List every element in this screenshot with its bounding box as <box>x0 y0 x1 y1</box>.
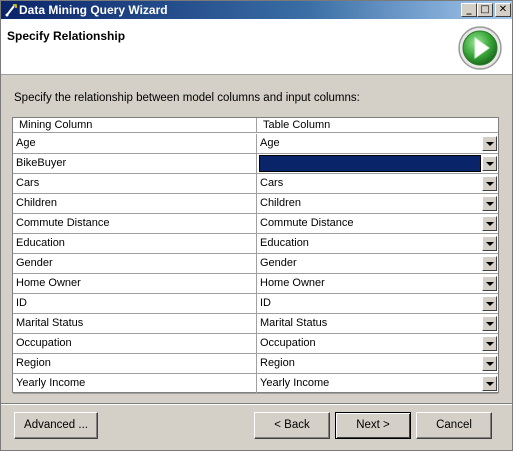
table-column-dropdown[interactable]: Cars <box>259 175 497 192</box>
table-column-dropdown[interactable]: ID <box>259 295 497 312</box>
table-row[interactable]: ID ID <box>13 294 498 314</box>
table-row[interactable]: Children Children <box>13 194 498 214</box>
table-column-value[interactable]: Region <box>259 355 481 372</box>
dropdown-arrow-icon[interactable] <box>482 256 497 271</box>
title-bar[interactable]: Data Mining Query Wizard _ □ ✕ <box>1 1 512 19</box>
table-column-value[interactable]: ID <box>259 295 481 312</box>
table-row[interactable]: Age Age <box>13 134 498 154</box>
wizard-header: Specify Relationship <box>1 19 512 75</box>
next-button[interactable]: Next > <box>335 412 411 439</box>
table-column-dropdown[interactable]: Gender <box>259 255 497 272</box>
table-row[interactable]: Yearly Income Yearly Income <box>13 374 498 394</box>
table-column-value[interactable]: Occupation <box>259 335 481 352</box>
mining-column-cell: Commute Distance <box>13 214 257 233</box>
dropdown-arrow-icon[interactable] <box>482 196 497 211</box>
minimize-button[interactable]: _ <box>461 3 477 17</box>
close-button[interactable]: ✕ <box>495 3 511 17</box>
dropdown-arrow-icon[interactable] <box>482 216 497 231</box>
grid-header: Mining Column Table Column <box>13 118 498 133</box>
mining-column-cell: Region <box>13 354 257 373</box>
green-forward-arrow-icon <box>458 26 502 70</box>
table-column-dropdown[interactable]: Home Owner <box>259 275 497 292</box>
table-row[interactable]: Home Owner Home Owner <box>13 274 498 294</box>
wizard-window: Data Mining Query Wizard _ □ ✕ Specify R… <box>0 0 513 451</box>
dropdown-arrow-icon[interactable] <box>482 296 497 311</box>
wizard-app-icon <box>5 4 17 17</box>
footer-divider <box>1 403 512 405</box>
mining-column-cell: Gender <box>13 254 257 273</box>
mining-column-cell: Marital Status <box>13 314 257 333</box>
table-row[interactable]: Region Region <box>13 354 498 374</box>
table-row[interactable]: Marital Status Marital Status <box>13 314 498 334</box>
page-title: Specify Relationship <box>7 29 126 43</box>
mining-column-cell: Children <box>13 194 257 213</box>
mining-column-cell: Education <box>13 234 257 253</box>
table-row[interactable]: Gender Gender <box>13 254 498 274</box>
table-column-value[interactable] <box>259 155 481 172</box>
mining-column-cell: Cars <box>13 174 257 193</box>
table-column-value[interactable]: Yearly Income <box>259 375 481 392</box>
mining-column-cell: Occupation <box>13 334 257 353</box>
dropdown-arrow-icon[interactable] <box>482 336 497 351</box>
cancel-button[interactable]: Cancel <box>416 412 492 439</box>
table-row[interactable]: Occupation Occupation <box>13 334 498 354</box>
table-row[interactable]: Commute Distance Commute Distance <box>13 214 498 234</box>
table-row[interactable]: Cars Cars <box>13 174 498 194</box>
window-title: Data Mining Query Wizard <box>19 3 168 17</box>
table-column-dropdown[interactable]: Age <box>259 135 497 152</box>
dropdown-arrow-icon[interactable] <box>482 236 497 251</box>
table-column-dropdown[interactable]: Marital Status <box>259 315 497 332</box>
column-header-table[interactable]: Table Column <box>257 118 498 132</box>
table-column-value[interactable]: Age <box>259 135 481 152</box>
dropdown-arrow-icon[interactable] <box>482 156 497 171</box>
table-column-dropdown[interactable]: Yearly Income <box>259 375 497 392</box>
table-column-value[interactable]: Gender <box>259 255 481 272</box>
dropdown-arrow-icon[interactable] <box>482 176 497 191</box>
dropdown-arrow-icon[interactable] <box>482 316 497 331</box>
table-column-value[interactable]: Education <box>259 235 481 252</box>
mining-column-cell: Home Owner <box>13 274 257 293</box>
relationship-grid: Mining Column Table Column Age Age BikeB… <box>12 117 499 394</box>
dropdown-arrow-icon[interactable] <box>482 376 497 391</box>
mining-column-cell: ID <box>13 294 257 313</box>
maximize-button[interactable]: □ <box>477 3 493 17</box>
table-column-dropdown[interactable] <box>259 155 497 172</box>
instruction-text: Specify the relationship between model c… <box>14 92 360 104</box>
dropdown-arrow-icon[interactable] <box>482 136 497 151</box>
table-column-value[interactable]: Cars <box>259 175 481 192</box>
table-column-value[interactable]: Home Owner <box>259 275 481 292</box>
dropdown-arrow-icon[interactable] <box>482 276 497 291</box>
mining-column-cell: Age <box>13 134 257 153</box>
table-column-dropdown[interactable]: Education <box>259 235 497 252</box>
table-column-value[interactable]: Commute Distance <box>259 215 481 232</box>
table-row[interactable]: BikeBuyer <box>13 154 498 174</box>
table-column-dropdown[interactable]: Children <box>259 195 497 212</box>
table-column-dropdown[interactable]: Region <box>259 355 497 372</box>
back-button[interactable]: < Back <box>254 412 330 439</box>
table-row[interactable]: Education Education <box>13 234 498 254</box>
table-column-value[interactable]: Children <box>259 195 481 212</box>
table-column-dropdown[interactable]: Commute Distance <box>259 215 497 232</box>
dropdown-arrow-icon[interactable] <box>482 356 497 371</box>
table-column-value[interactable]: Marital Status <box>259 315 481 332</box>
table-column-dropdown[interactable]: Occupation <box>259 335 497 352</box>
mining-column-cell: BikeBuyer <box>13 154 257 173</box>
column-header-mining[interactable]: Mining Column <box>13 118 257 132</box>
advanced-button[interactable]: Advanced ... <box>14 412 98 439</box>
mining-column-cell: Yearly Income <box>13 374 257 393</box>
